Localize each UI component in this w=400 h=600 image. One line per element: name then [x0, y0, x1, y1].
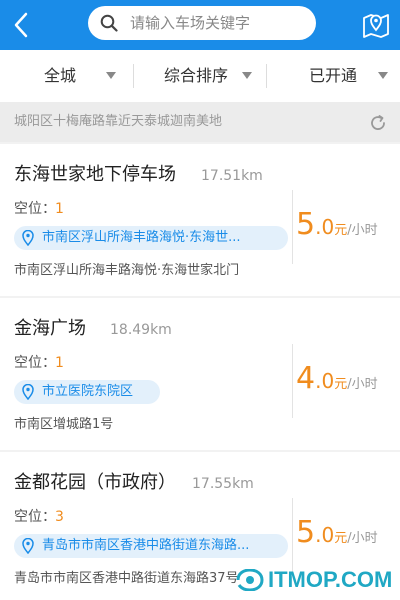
lot-name: 金都花园（市政府） — [14, 472, 176, 493]
spaces-count: 3 — [55, 509, 64, 525]
price-period: /小时 — [347, 223, 378, 238]
caret-down-icon — [378, 72, 388, 79]
back-arrow-icon[interactable] — [10, 10, 32, 40]
location-pin-icon — [22, 230, 34, 246]
search-input[interactable]: 请输入车场关键字 — [130, 14, 250, 32]
location-tag-text: 市立医院东院区 — [42, 384, 134, 399]
spaces-count: 1 — [55, 201, 64, 217]
hourly-price: 4.0元/小时 — [296, 362, 378, 402]
filter-area-dropdown[interactable]: 全城 — [0, 50, 133, 102]
current-location-bar: 城阳区十梅庵路靠近天泰城迦南美地 — [0, 102, 400, 142]
location-tag-text: 市南区浮山所海丰路海悦·东海世... — [42, 230, 241, 245]
refresh-icon[interactable] — [368, 113, 388, 133]
price-divider — [292, 190, 293, 264]
price-decimal: .0 — [315, 523, 335, 547]
price-integer: 5 — [296, 207, 316, 242]
location-tag-text: 青岛市市南区香港中路街道东海路... — [42, 538, 250, 553]
price-currency: 元 — [334, 377, 348, 392]
caret-down-icon — [106, 72, 116, 79]
price-integer: 5 — [296, 515, 316, 550]
filter-status-label: 已开通 — [309, 66, 358, 85]
price-currency: 元 — [334, 223, 348, 238]
lot-distance: 17.55km — [192, 476, 254, 492]
watermark: ITMOP.COM — [228, 566, 396, 594]
hourly-price: 5.0元/小时 — [296, 208, 378, 248]
spaces-label: 空位： — [14, 355, 56, 371]
watermark-logo-icon — [236, 569, 264, 591]
price-period: /小时 — [347, 531, 378, 546]
filter-sort-dropdown[interactable]: 综合排序 — [134, 50, 266, 102]
spaces-label: 空位： — [14, 509, 56, 525]
search-icon — [100, 14, 118, 32]
lot-name: 东海世家地下停车场 — [14, 164, 176, 185]
lot-distance: 18.49km — [110, 322, 172, 338]
price-divider — [292, 498, 293, 572]
top-bar: 请输入车场关键字 — [0, 0, 400, 50]
price-decimal: .0 — [315, 215, 335, 239]
filter-area-label: 全城 — [44, 66, 77, 85]
price-divider — [292, 344, 293, 418]
location-tag: 市立医院东院区 — [14, 380, 160, 404]
price-decimal: .0 — [315, 369, 335, 393]
filter-sort-label: 综合排序 — [164, 66, 229, 85]
lot-address: 市南区增城路1号 — [14, 417, 114, 432]
lot-address: 市南区浮山所海丰路海悦·东海世家北门 — [14, 263, 240, 278]
price-currency: 元 — [334, 531, 348, 546]
parking-lot-card[interactable]: 东海世家地下停车场 17.51km 空位： 1 市南区浮山所海丰路海悦·东海世.… — [0, 144, 400, 296]
watermark-text: ITMOP.COM — [268, 567, 393, 592]
map-icon[interactable] — [362, 9, 390, 39]
lot-name: 金海广场 — [14, 318, 86, 339]
location-tag: 青岛市市南区香港中路街道东海路... — [14, 534, 288, 558]
current-location-text: 城阳区十梅庵路靠近天泰城迦南美地 — [14, 114, 223, 129]
parking-lot-card[interactable]: 金海广场 18.49km 空位： 1 市立医院东院区 市南区增城路1号 4.0元… — [0, 298, 400, 450]
location-pin-icon — [22, 384, 34, 400]
price-period: /小时 — [347, 377, 378, 392]
spaces-count: 1 — [55, 355, 64, 371]
search-box[interactable]: 请输入车场关键字 — [88, 6, 316, 40]
filter-bar: 全城 综合排序 已开通 — [0, 50, 400, 102]
location-pin-icon — [22, 538, 34, 554]
caret-down-icon — [242, 72, 252, 79]
hourly-price: 5.0元/小时 — [296, 516, 378, 556]
price-integer: 4 — [296, 361, 316, 396]
filter-status-dropdown[interactable]: 已开通 — [267, 50, 400, 102]
lot-distance: 17.51km — [201, 168, 263, 184]
lot-address: 青岛市市南区香港中路街道东海路37号 — [14, 571, 239, 586]
location-tag: 市南区浮山所海丰路海悦·东海世... — [14, 226, 288, 250]
spaces-label: 空位： — [14, 201, 56, 217]
